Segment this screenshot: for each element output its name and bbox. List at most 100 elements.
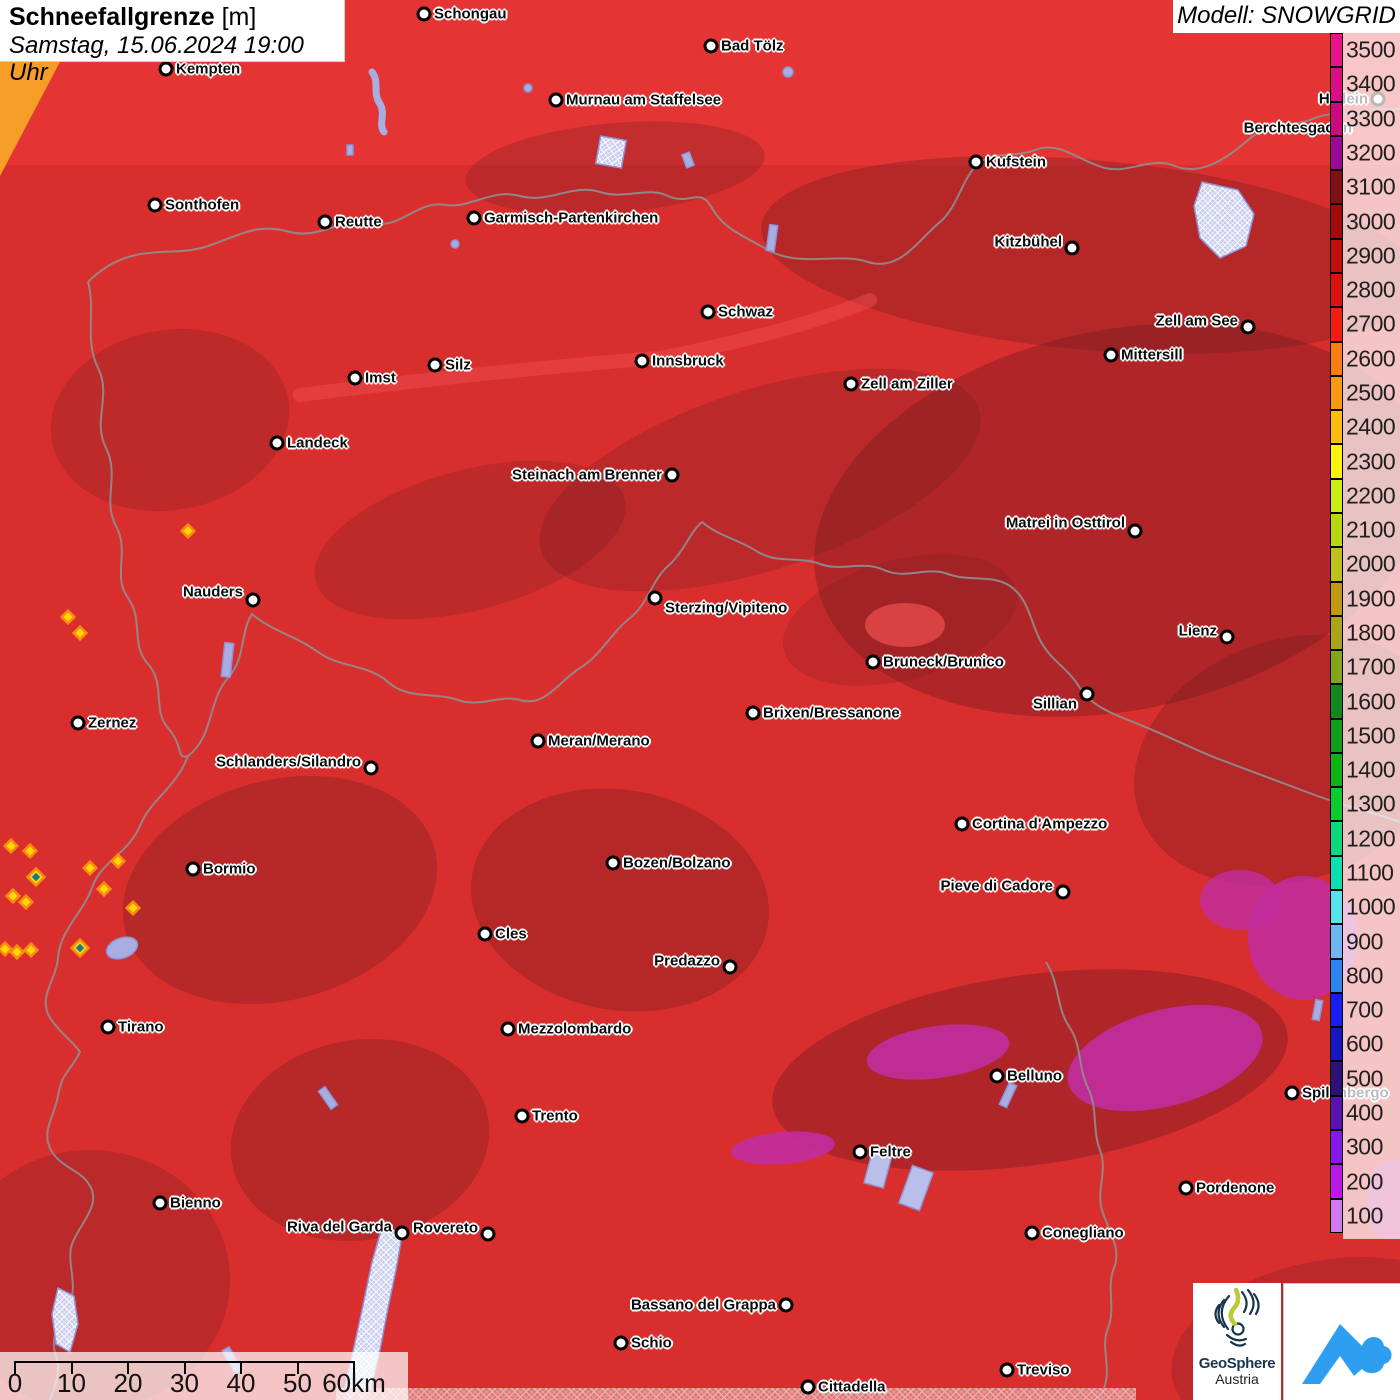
geosphere-logo-icon [1214,1287,1260,1347]
city-label: Silz [445,356,471,374]
city-label: Bruneck/Brunico [883,653,1004,671]
geosphere-logo-name: GeoSphere [1198,1355,1276,1372]
city-dot [613,1335,629,1351]
city-label: Meran/Merano [548,732,650,750]
legend-tick-label: 3500 [1346,36,1396,63]
city-dot [664,467,680,483]
city-dot [954,816,970,832]
city-label: Schongau [434,5,507,23]
city-label: Cortina d'Ampezzo [972,815,1108,833]
legend-cell-3100 [1330,170,1343,205]
city-label: Zell am Ziller [861,375,953,393]
city-label: Schio [631,1334,672,1352]
legend-cell-400 [1330,1095,1343,1130]
legend-cell-900 [1330,924,1343,959]
city-dot [500,1021,516,1037]
legend-tick-label: 900 [1346,928,1383,955]
city-dot [347,370,363,386]
legend-cell-2900 [1330,238,1343,273]
city-label: Schlanders/Silandro [215,753,361,771]
city-label: Kitzbühel [994,233,1063,251]
city-dot [1127,523,1143,539]
city-dot [245,592,261,608]
city-label: Rovereto [412,1219,478,1237]
legend-cell-2700 [1330,307,1343,342]
legend-cell-2300 [1330,444,1343,479]
city-dot [1240,319,1256,335]
legend-tick-label: 3400 [1346,70,1396,97]
legend-cell-1800 [1330,615,1343,651]
city-dot [989,1068,1005,1084]
legend-tick-label: 2300 [1346,448,1396,475]
legend-tick-label: 2600 [1346,345,1396,372]
city-dot [1178,1180,1194,1196]
city-dot [745,705,761,721]
legend-tick-label: 2000 [1346,550,1396,577]
city-dot [968,154,984,170]
city-dot [1055,884,1071,900]
legend-tick-label: 2900 [1346,242,1396,269]
city-dot [865,654,881,670]
legend-cell-3200 [1330,135,1343,171]
legend-tick-label: 600 [1346,1030,1383,1057]
city-label: Murnau am Staffelsee [566,91,722,109]
mountain-cloud-icon [1302,1324,1392,1384]
legend-cell-3400 [1330,67,1343,102]
model-label: Modell: SNOWGRID [1173,0,1400,33]
city-dot [427,357,443,373]
legend-tick-label: 3100 [1346,173,1396,200]
city-marker-layer: Schongau Bad Tölz Kempten Murnau am Staffel… [0,0,1400,1400]
legend-tick-label: 200 [1346,1168,1383,1195]
legend-cell-1300 [1330,787,1343,822]
city-dot [1219,629,1235,645]
scale-bar: 0 10 20 30 40 50 60km [0,1352,408,1400]
legend-tick-label: 1100 [1346,859,1394,886]
legend-cell-300 [1330,1130,1343,1165]
city-dot [466,210,482,226]
city-label: Pordenone [1196,1179,1275,1197]
city-label: Predazzo [654,952,720,970]
legend-tick-label: 800 [1346,962,1383,989]
title-datetime: Samstag, 15.06.2024 19:00 Uhr [9,32,304,86]
city-dot [394,1225,410,1241]
city-label: Bassano del Grappa [630,1296,776,1314]
legend-cell-1500 [1330,718,1343,753]
legend-cell-1700 [1330,650,1343,685]
city-dot [800,1379,816,1395]
city-label: Treviso [1017,1361,1070,1379]
city-label: Sterzing/Vipiteno [665,599,788,617]
partner-logo-box [1283,1283,1400,1400]
city-label: Garmisch-Partenkirchen [484,209,659,227]
city-dot [363,760,379,776]
city-label: Matrei in Osttirol [1005,514,1125,532]
city-dot [530,733,546,749]
city-dot [1103,347,1119,363]
legend-cell-600 [1330,1027,1343,1062]
page-title: Schneefallgrenze [m] [9,3,344,32]
legend-tick-label: 2800 [1346,276,1396,303]
legend-tick-label: 300 [1346,1133,1383,1160]
scale-tick-label: 40 [226,1368,256,1398]
city-dot [700,304,716,320]
legend-tick-label: 1900 [1346,585,1396,612]
legend-tick-label: 2700 [1346,310,1396,337]
city-dot [548,92,564,108]
city-dot [480,1226,496,1242]
scale-tick-label: 20 [113,1368,143,1398]
city-label: Mittersill [1121,346,1183,364]
city-dot [1064,240,1080,256]
city-label: Zernez [88,714,137,732]
city-dot [1284,1085,1300,1101]
legend-cell-3300 [1330,101,1343,136]
city-dot [634,353,650,369]
legend-label-strip: 3500 3400 3300 3200 3100 3000 2900 2800 2700 2600… [1343,33,1400,1239]
legend-tick-label: 2500 [1346,379,1396,406]
city-label: Kufstein [986,153,1046,171]
city-label: Bad Tölz [721,37,784,55]
city-dot [185,861,201,877]
city-label: Brixen/Bressanone [763,704,900,722]
city-dot [147,197,163,213]
legend-cell-2400 [1330,410,1343,445]
city-label: Feltre [870,1143,911,1161]
scale-tick-label: 30 [170,1368,199,1398]
